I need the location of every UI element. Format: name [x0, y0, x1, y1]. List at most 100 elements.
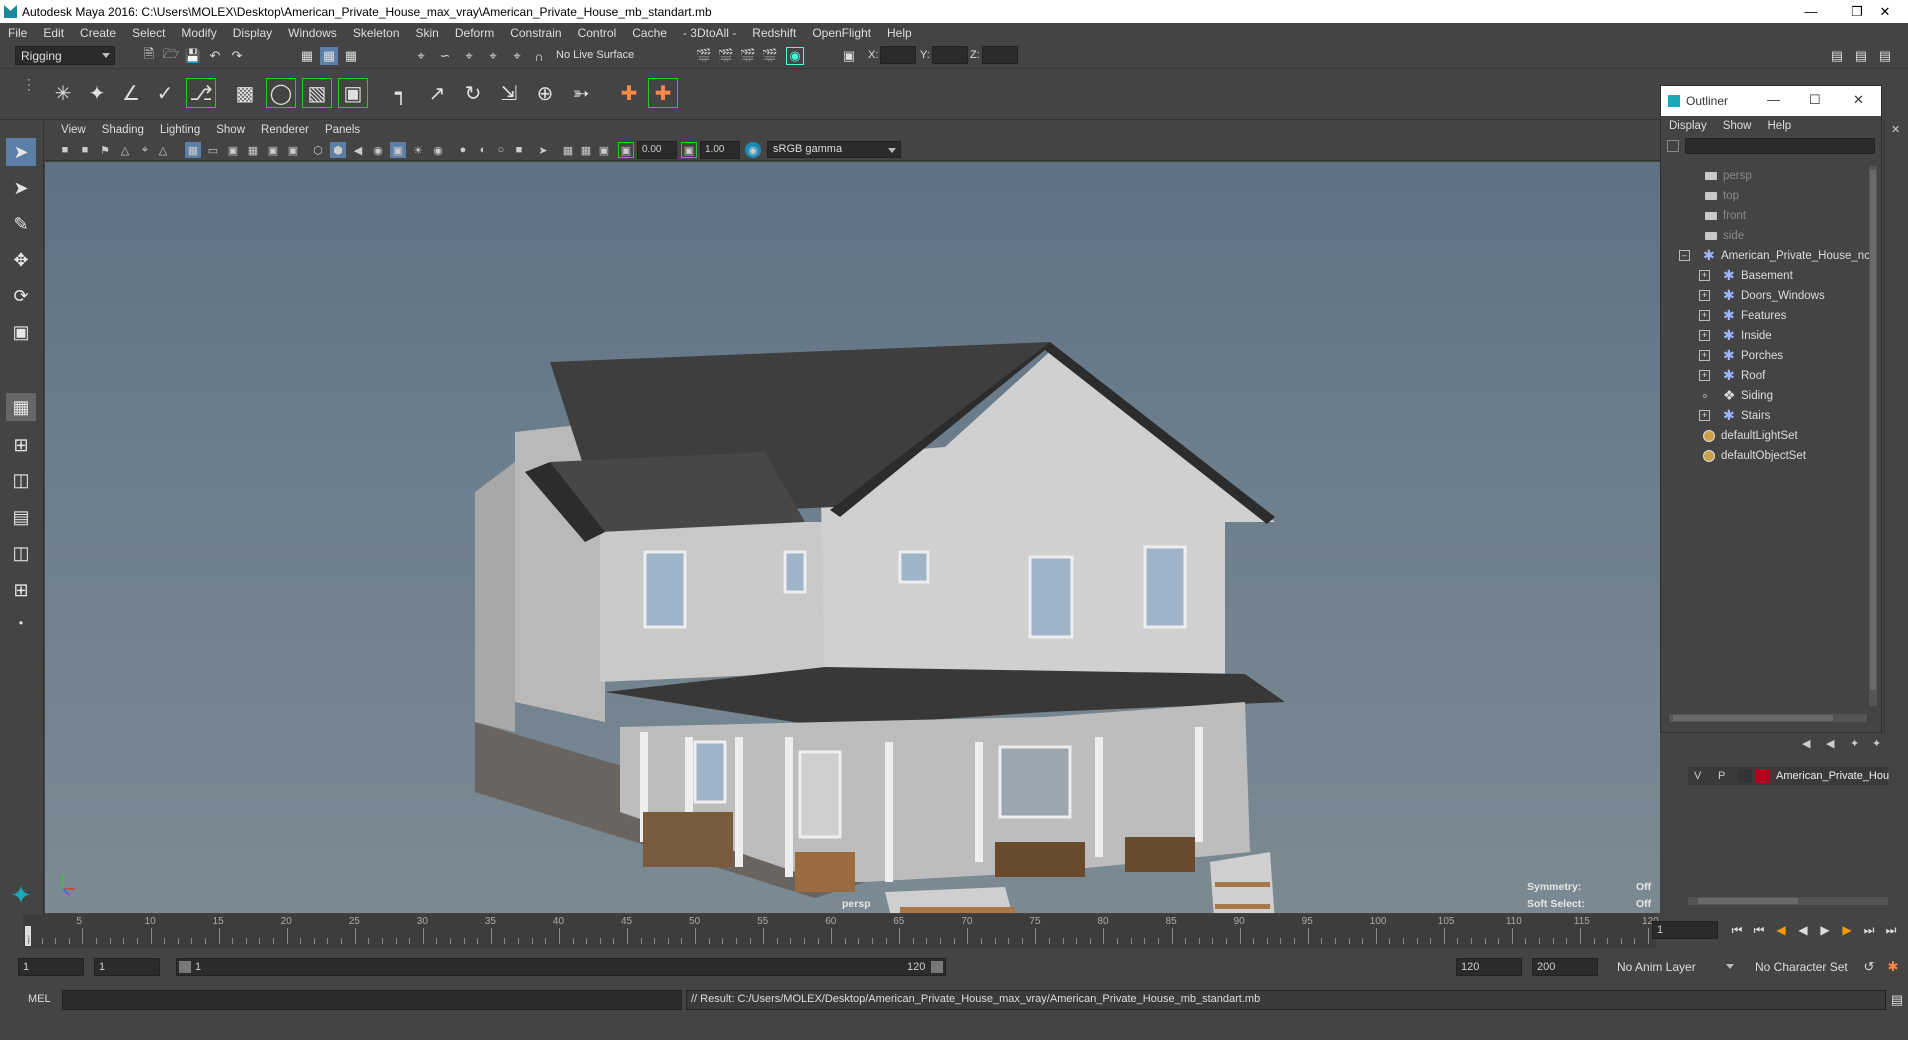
menu-select[interactable]: Select	[124, 26, 173, 40]
paint-select-icon[interactable]: ✎	[6, 210, 36, 238]
layer-color-swatch[interactable]	[1756, 769, 1770, 783]
grid-toggle-icon[interactable]: ⌖	[137, 142, 153, 158]
menu-windows[interactable]: Windows	[280, 26, 345, 40]
joint-tool-icon[interactable]: ✳	[48, 78, 78, 108]
render-settings-icon[interactable]: 🎬	[761, 47, 779, 65]
perspective-viewport[interactable]: persp Symmetry: Off Soft Select: Off	[45, 162, 1660, 913]
minimize-button[interactable]: —	[1788, 0, 1834, 23]
outliner-item-siding[interactable]: ❖ Siding	[1661, 386, 1861, 406]
current-frame-field[interactable]: 1	[1652, 921, 1718, 939]
menu-cache[interactable]: Cache	[624, 26, 675, 40]
motion-blur-icon[interactable]: ◐	[475, 142, 491, 158]
layer-horizontal-scrollbar[interactable]	[1688, 897, 1888, 905]
new-layer-icon[interactable]: ✦	[1850, 737, 1859, 750]
step-forward-key-icon[interactable]: ⏭	[1862, 923, 1876, 937]
expand-icon[interactable]: +	[1699, 330, 1710, 341]
range-slider[interactable]: 1 120	[176, 958, 946, 976]
shelf-options-icon[interactable]: ⋮	[22, 76, 36, 93]
outliner-menu-show[interactable]: Show	[1715, 120, 1760, 132]
step-forward-frame-icon[interactable]: ▶	[1840, 923, 1854, 937]
close-button[interactable]: ✕	[1853, 92, 1864, 108]
menu-edit[interactable]: Edit	[35, 26, 72, 40]
expand-icon[interactable]: +	[1699, 410, 1710, 421]
x-field[interactable]	[880, 46, 916, 64]
range-end-handle[interactable]	[931, 961, 943, 973]
render-frame-icon[interactable]: 🎬	[717, 47, 735, 65]
single-view-icon[interactable]: ▦	[6, 393, 36, 421]
snap-grid-icon[interactable]: ⌖	[412, 47, 430, 65]
textured-icon[interactable]: ◉	[370, 142, 386, 158]
smooth-shade-icon[interactable]: ⬢	[330, 142, 346, 158]
layer-visibility-toggle[interactable]: V	[1694, 770, 1701, 782]
outliner-search-input[interactable]	[1685, 138, 1875, 154]
y-field[interactable]	[932, 46, 968, 64]
smooth-skin-icon[interactable]: ◯	[266, 78, 296, 108]
outliner-item-side[interactable]: side	[1661, 226, 1861, 246]
anti-alias-icon[interactable]: ○	[493, 142, 509, 158]
outliner-item-default-object-set[interactable]: defaultObjectSet	[1661, 446, 1861, 466]
exposure-field[interactable]: 0.00	[637, 141, 677, 159]
lattice-icon[interactable]: ▧	[302, 78, 332, 108]
playback-end-field[interactable]: 120	[1456, 958, 1522, 976]
menu-openflight[interactable]: OpenFlight	[804, 26, 879, 40]
expand-icon[interactable]: +	[1699, 290, 1710, 301]
outliner-item-features[interactable]: + ✱ Features	[1661, 306, 1861, 326]
cluster-icon[interactable]: ▣	[338, 78, 368, 108]
rotate-tool-icon[interactable]: ⟳	[6, 282, 36, 310]
select-component-icon[interactable]: ▦	[342, 47, 360, 65]
parent-constraint-icon[interactable]: ⊕	[530, 78, 560, 108]
expand-icon[interactable]: +	[1699, 370, 1710, 381]
render-setup-icon[interactable]: 🎬	[695, 47, 713, 65]
outliner-item-top[interactable]: top	[1661, 186, 1861, 206]
persp-outliner-icon[interactable]: ⊞	[6, 576, 36, 604]
menu-help[interactable]: Help	[879, 26, 920, 40]
close-icon[interactable]: ✕	[1891, 123, 1900, 136]
snap-curve-icon[interactable]: ∽	[436, 47, 454, 65]
gamma-field[interactable]: 1.00	[700, 141, 740, 159]
two-view-horizontal-icon[interactable]: ▤	[6, 503, 36, 531]
color-management-icon[interactable]: ◉	[745, 142, 761, 158]
menu-create[interactable]: Create	[72, 26, 124, 40]
anim-layer-dropdown[interactable]: No Anim Layer	[1612, 958, 1738, 977]
locator-icon[interactable]: ✚	[614, 78, 644, 108]
layout-icon[interactable]: ▤	[1828, 47, 1846, 65]
backface-icon[interactable]: ▣	[596, 142, 612, 158]
command-mode-label[interactable]: MEL	[28, 993, 51, 1005]
outliner-item-persp[interactable]: persp	[1661, 166, 1861, 186]
menu-skeleton[interactable]: Skeleton	[345, 26, 408, 40]
xray-joints-icon[interactable]: ▦	[560, 142, 576, 158]
safe-action-icon[interactable]: ▣	[265, 142, 281, 158]
ik-spline-icon[interactable]: ∠	[116, 78, 146, 108]
step-back-key-icon[interactable]: ⏮	[1752, 923, 1766, 937]
z-field[interactable]	[982, 46, 1018, 64]
channel-box-toggle-icon[interactable]: ▤	[1852, 47, 1870, 65]
go-to-end-icon[interactable]: ⏭	[1884, 923, 1898, 937]
expand-icon[interactable]: +	[1699, 310, 1710, 321]
expand-icon[interactable]: +	[1699, 350, 1710, 361]
play-backwards-icon[interactable]: ◀	[1796, 923, 1810, 937]
maximize-button[interactable]: ☐	[1809, 92, 1821, 108]
playback-start-field[interactable]: 1	[94, 958, 160, 976]
house-model-render[interactable]	[45, 162, 1660, 913]
four-view-icon[interactable]: ⊞	[6, 431, 36, 459]
menu-constrain[interactable]: Constrain	[502, 26, 569, 40]
hypershade-icon[interactable]: ◉	[786, 47, 804, 65]
outliner-item-front[interactable]: front	[1661, 206, 1861, 226]
outliner-item-inside[interactable]: + ✱ Inside	[1661, 326, 1861, 346]
wireframe-shading-icon[interactable]: ⬡	[310, 142, 326, 158]
xray-icon[interactable]: ▣	[390, 142, 406, 158]
menu-3dtoall[interactable]: - 3DtoAll -	[675, 26, 744, 40]
live-surface-label[interactable]: No Live Surface	[556, 49, 634, 61]
more-layouts-icon[interactable]: •	[6, 609, 36, 637]
time-slider[interactable]: 1 51015202530354045505560657075808590951…	[23, 914, 1659, 948]
select-object-icon[interactable]: ▦	[320, 47, 338, 65]
ambient-occlusion-icon[interactable]: ●	[455, 142, 471, 158]
new-scene-icon[interactable]: 🗎	[140, 46, 158, 65]
viewport-menu-view[interactable]: View	[53, 124, 94, 136]
step-back-frame-icon[interactable]: ◀	[1774, 923, 1788, 937]
isolate-select-icon[interactable]: ➤	[535, 142, 551, 158]
scrollbar-thumb[interactable]	[1673, 715, 1833, 721]
play-forwards-icon[interactable]: ▶	[1818, 923, 1832, 937]
bookmark-icon[interactable]: ⚑	[97, 142, 113, 158]
outliner-menu-help[interactable]: Help	[1760, 120, 1800, 132]
